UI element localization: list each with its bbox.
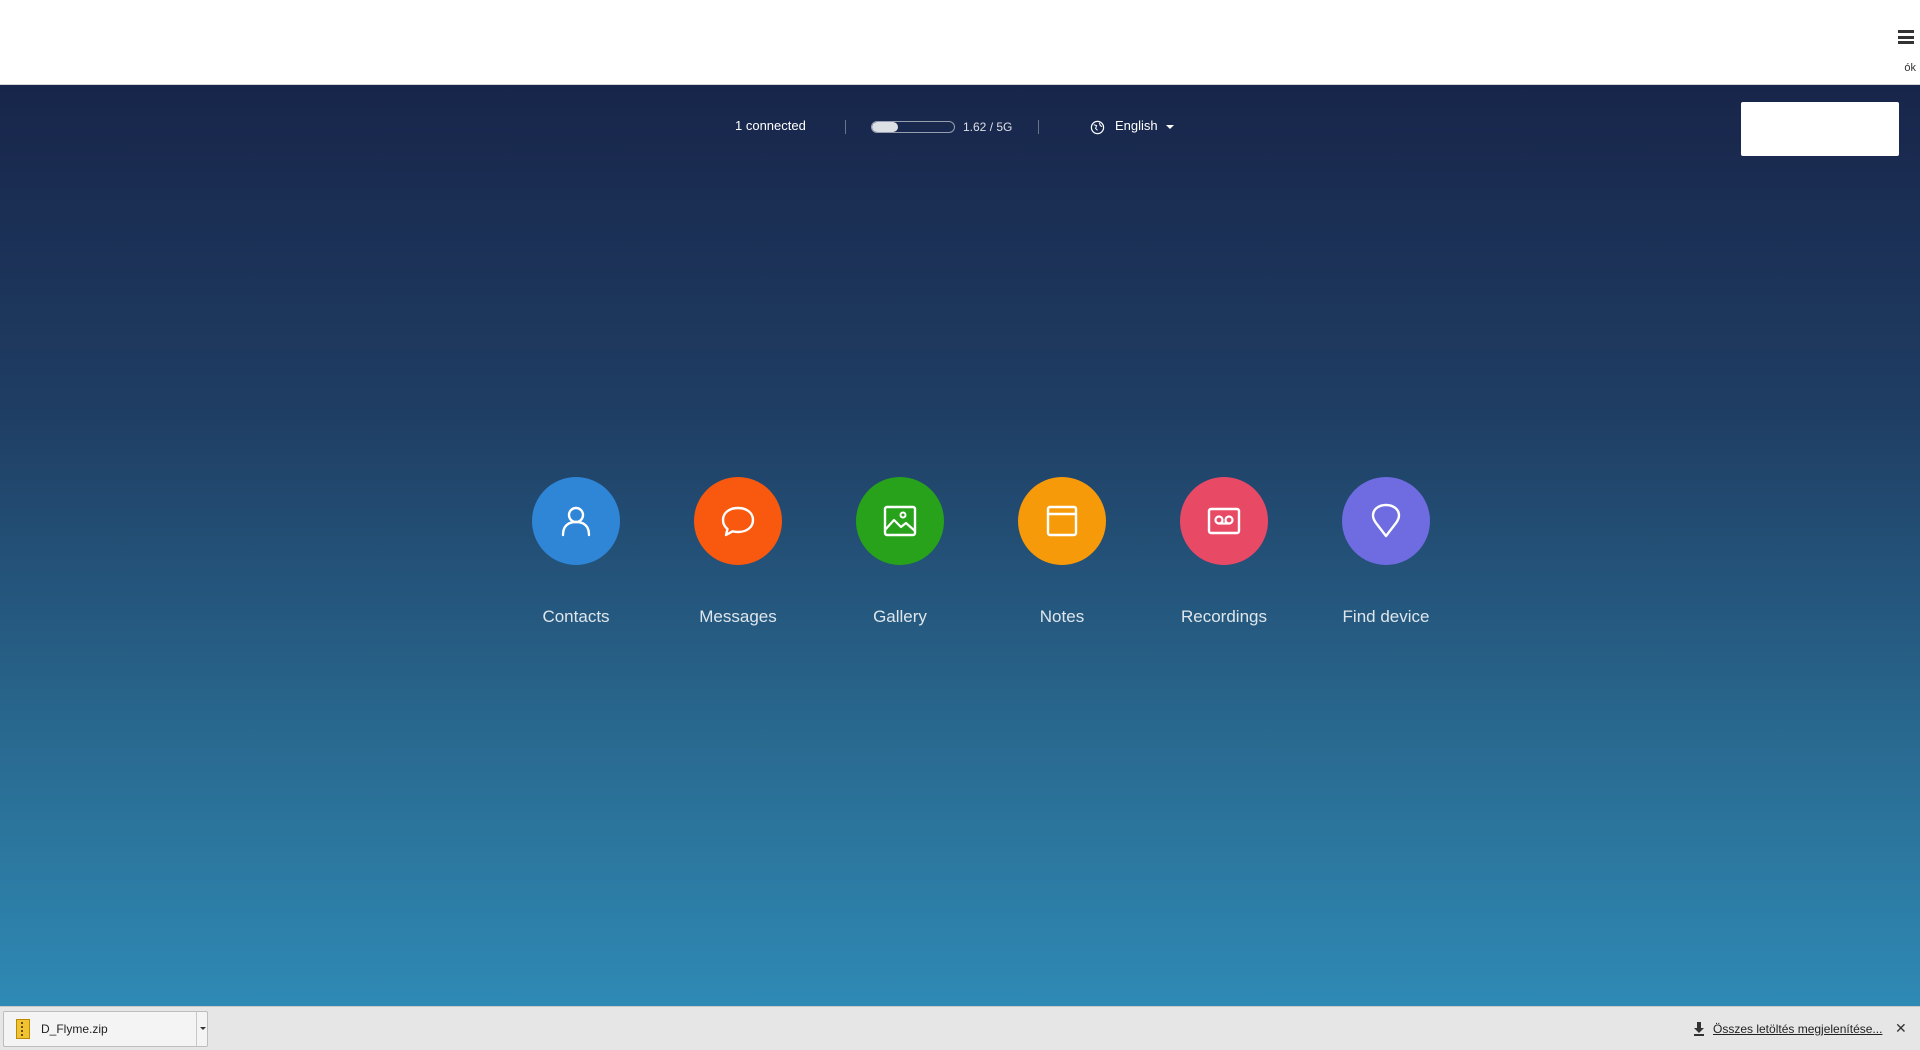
download-item[interactable]: D_Flyme.zip [3,1011,208,1047]
download-icon [1694,1022,1704,1036]
app-icon-circle[interactable] [532,477,620,565]
chat-bubble-icon [721,506,755,537]
show-all-downloads-link[interactable]: Összes letöltés megjelenítése... [1713,1022,1882,1036]
app-icon-circle[interactable] [1342,477,1430,565]
app-contacts[interactable]: Contacts [506,477,646,647]
browser-menu-icon[interactable] [1898,30,1914,44]
app-grid: Contacts Messages Gallery Notes Recordin… [506,477,1430,647]
storage-progress-bar [871,121,955,133]
app-label[interactable]: Notes [1040,607,1084,627]
app-icon-circle[interactable] [856,477,944,565]
storage-progress-fill [872,122,899,132]
app-label[interactable]: Contacts [542,607,609,627]
chevron-down-icon[interactable] [1166,125,1174,129]
app-recordings[interactable]: Recordings [1154,477,1294,647]
language-selector[interactable]: English [1115,118,1158,133]
app-messages[interactable]: Messages [668,477,808,647]
download-bar: D_Flyme.zip Összes letöltés megjelenítés… [0,1006,1920,1050]
app-icon-circle[interactable] [694,477,782,565]
browser-menu-caption: ók [1904,62,1916,74]
person-icon [561,506,591,537]
browser-toolbar: ók [0,0,1920,85]
app-label[interactable]: Messages [699,607,776,627]
app-gallery[interactable]: Gallery [830,477,970,647]
storage-usage-text: 1.62 / 5G [963,120,1013,134]
globe-icon[interactable] [1090,120,1105,135]
app-label[interactable]: Find device [1343,607,1430,627]
app-icon-circle[interactable] [1018,477,1106,565]
note-icon [1046,505,1078,537]
zip-file-icon [16,1019,30,1039]
image-icon [883,505,917,537]
browser-window: ók 1 connected 1.62 / 5G English Contact… [0,0,1920,1050]
flyme-cloud-page: 1 connected 1.62 / 5G English Contacts M… [0,85,1920,1006]
divider [845,120,846,134]
status-bar: 1 connected 1.62 / 5G English [0,117,1920,137]
app-find-device[interactable]: Find device [1316,477,1456,647]
download-file-name[interactable]: D_Flyme.zip [41,1022,108,1036]
app-label[interactable]: Recordings [1181,607,1267,627]
cassette-icon [1207,507,1241,535]
chevron-down-icon[interactable] [196,1012,208,1046]
app-icon-circle[interactable] [1180,477,1268,565]
account-panel[interactable] [1741,102,1899,156]
divider [1038,120,1039,134]
location-pin-icon [1371,503,1401,538]
app-label[interactable]: Gallery [873,607,927,627]
app-notes[interactable]: Notes [992,477,1132,647]
connected-devices-text[interactable]: 1 connected [735,118,806,133]
close-icon[interactable]: ✕ [1895,1020,1907,1037]
